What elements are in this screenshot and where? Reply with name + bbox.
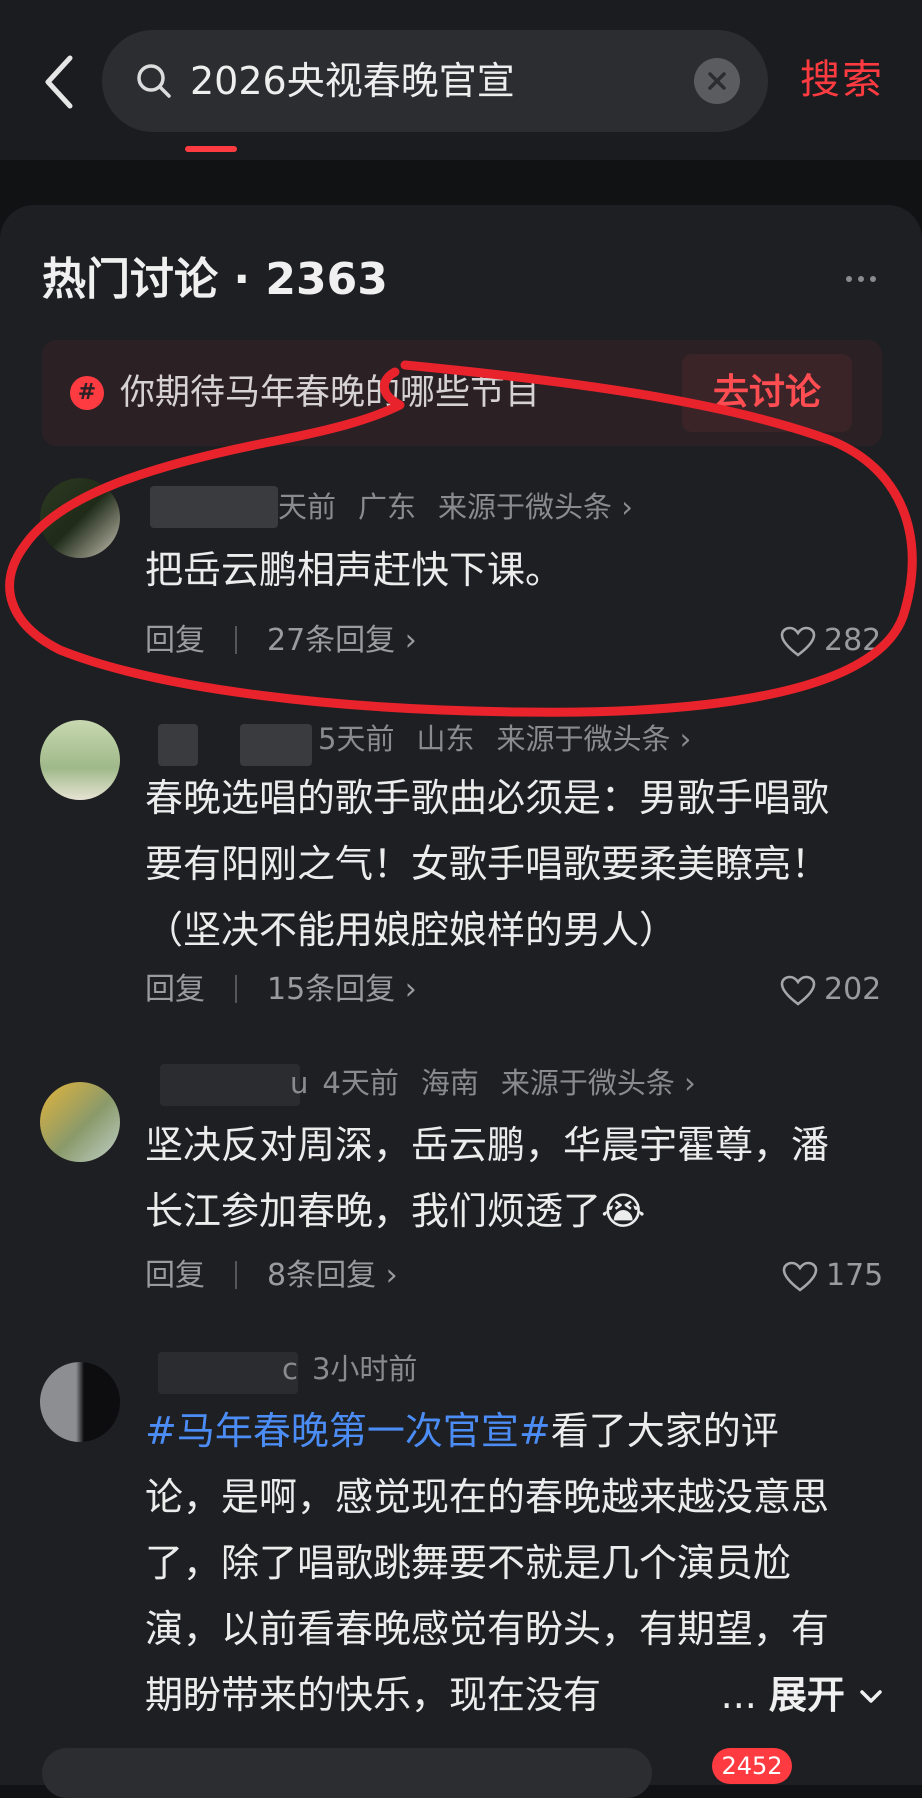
like-button[interactable]: 282 — [780, 617, 881, 665]
comment-actions: 回复 27条回复 › — [145, 617, 417, 665]
search-query-text: 2026央视春晚官宣 — [190, 59, 515, 103]
divider — [235, 975, 237, 1003]
like-button[interactable]: 202 — [780, 966, 881, 1014]
topic-hash-icon: # — [70, 376, 104, 410]
comment-text-line: 长江参加春晚，我们烦透了😭 — [145, 1189, 646, 1233]
clear-button[interactable] — [694, 58, 740, 104]
comment-text-line: 论，是啊，感觉现在的春晚越来越没意思 — [145, 1475, 830, 1519]
go-discuss-button[interactable]: 去讨论 — [682, 354, 852, 432]
hashtag-link[interactable]: #马年春晚第一次官宣# — [145, 1409, 551, 1453]
username-blurred[interactable] — [240, 724, 312, 766]
comment-text-line: 演，以前看春晚感觉有盼头，有期望，有 — [145, 1607, 830, 1651]
comment-source-link[interactable]: 来源于微头条 › — [501, 1066, 696, 1100]
heart-icon — [780, 626, 816, 657]
replies-link[interactable]: 27条回复 › — [267, 623, 417, 658]
search-submit-button[interactable]: 搜索 — [800, 52, 884, 108]
replies-link[interactable]: 15条回复 › — [267, 972, 417, 1007]
clear-icon — [708, 72, 726, 90]
comment-text-last: 期盼带来的快乐，现在没有 — [145, 1673, 602, 1717]
heart-icon — [782, 1261, 818, 1292]
comment-location: 山东 — [416, 722, 475, 756]
expand-button[interactable]: ... 展开 — [721, 1662, 885, 1728]
avatar[interactable] — [40, 1362, 120, 1442]
username-blurred[interactable] — [150, 486, 278, 528]
comment-location: 海南 — [420, 1066, 479, 1100]
back-button[interactable] — [38, 52, 82, 112]
like-count: 202 — [824, 972, 882, 1007]
tab-indicator — [185, 146, 237, 152]
avatar[interactable] — [40, 1082, 120, 1162]
comment-location: 广东 — [358, 490, 417, 524]
comment-text-line: 了，除了唱歌跳舞要不就是几个演员尬 — [145, 1541, 792, 1585]
comment-text-line: 春晚选唱的歌手歌曲必须是：男歌手唱歌 — [145, 776, 830, 820]
divider — [235, 1261, 237, 1289]
username-blurred[interactable] — [158, 1352, 298, 1394]
comment-text-line: 要有阳刚之气！女歌手唱歌要柔美瞭亮！ — [145, 842, 830, 886]
comment-text: 春晚选唱的歌手歌曲必须是：男歌手唱歌 要有阳刚之气！女歌手唱歌要柔美瞭亮！ （坚… — [145, 765, 829, 963]
chevron-down-icon — [860, 1690, 882, 1703]
comment-count-badge: 2452 — [712, 1748, 792, 1784]
comment-source-link[interactable]: 来源于微头条 › — [496, 722, 691, 756]
comment-text: 把岳云鹏相声赶快下课。 — [145, 548, 564, 592]
topic-text: 你期待马年春晚的哪些节目 — [120, 373, 541, 413]
like-button[interactable]: 175 — [782, 1252, 883, 1300]
reply-button[interactable]: 回复 — [145, 1258, 205, 1293]
comment-text-line: 期盼带来的快乐，现在没有 ... 展开 — [145, 1662, 885, 1728]
comment-meta: 天前 广东 来源于微头条 › — [278, 486, 655, 528]
search-input[interactable]: 2026央视春晚官宣 — [102, 30, 768, 132]
comment-time: 4天前 — [322, 1066, 399, 1100]
comment-text: #马年春晚第一次官宣#看了大家的评 论，是啊，感觉现在的春晚越来越没意思 了，除… — [145, 1398, 885, 1728]
heart-icon — [780, 975, 816, 1006]
comment-text-start: 看了大家的评 — [550, 1409, 779, 1453]
like-count: 282 — [824, 623, 882, 658]
search-icon — [137, 64, 171, 98]
ellipsis: ... — [720, 1673, 757, 1717]
replies-link[interactable]: 8条回复 › — [267, 1258, 398, 1293]
comment-actions: 回复 8条回复 › — [145, 1252, 398, 1300]
divider — [235, 626, 237, 654]
avatar[interactable] — [40, 720, 120, 800]
bottom-comment-input[interactable] — [42, 1748, 652, 1798]
top-bar: 2026央视春晚官宣 搜索 — [0, 0, 922, 160]
reply-button[interactable]: 回复 — [145, 972, 205, 1007]
section-title: 热门讨论 · 2363 — [42, 254, 388, 305]
more-icon[interactable] — [845, 272, 877, 286]
comment-text-line: #马年春晚第一次官宣#看了大家的评 — [145, 1398, 885, 1464]
comment-text: 坚决反对周深，岳云鹏，华晨宇霍尊，潘 长江参加春晚，我们烦透了😭 — [145, 1112, 829, 1244]
username-blurred[interactable] — [160, 1064, 300, 1106]
username-tail: u — [290, 1066, 309, 1100]
comment-text-line: 坚决反对周深，岳云鹏，华晨宇霍尊，潘 — [145, 1123, 830, 1167]
comment-meta: 5天前 山东 来源于微头条 › — [318, 718, 713, 760]
comment-meta: u 4天前 海南 来源于微头条 › — [290, 1062, 718, 1104]
username-tail: c — [282, 1352, 298, 1386]
comment-time: 5天前 — [318, 722, 395, 756]
avatar[interactable] — [40, 478, 120, 558]
username-blurred[interactable] — [158, 724, 198, 766]
reply-button[interactable]: 回复 — [145, 623, 205, 658]
comment-time: 3小时前 — [311, 1352, 418, 1386]
comment-actions: 回复 15条回复 › — [145, 966, 417, 1014]
topic-banner[interactable]: # 你期待马年春晚的哪些节目 去讨论 — [42, 340, 882, 446]
comment-time: 天前 — [278, 490, 337, 524]
comment-source-link[interactable]: 来源于微头条 › — [438, 490, 633, 524]
comment-text-line: （坚决不能用娘腔娘样的男人） — [145, 908, 678, 952]
like-count: 175 — [826, 1258, 884, 1293]
comment-meta: c 3小时前 — [282, 1348, 439, 1390]
expand-label: 展开 — [768, 1673, 845, 1717]
back-arrow-icon — [45, 55, 73, 109]
